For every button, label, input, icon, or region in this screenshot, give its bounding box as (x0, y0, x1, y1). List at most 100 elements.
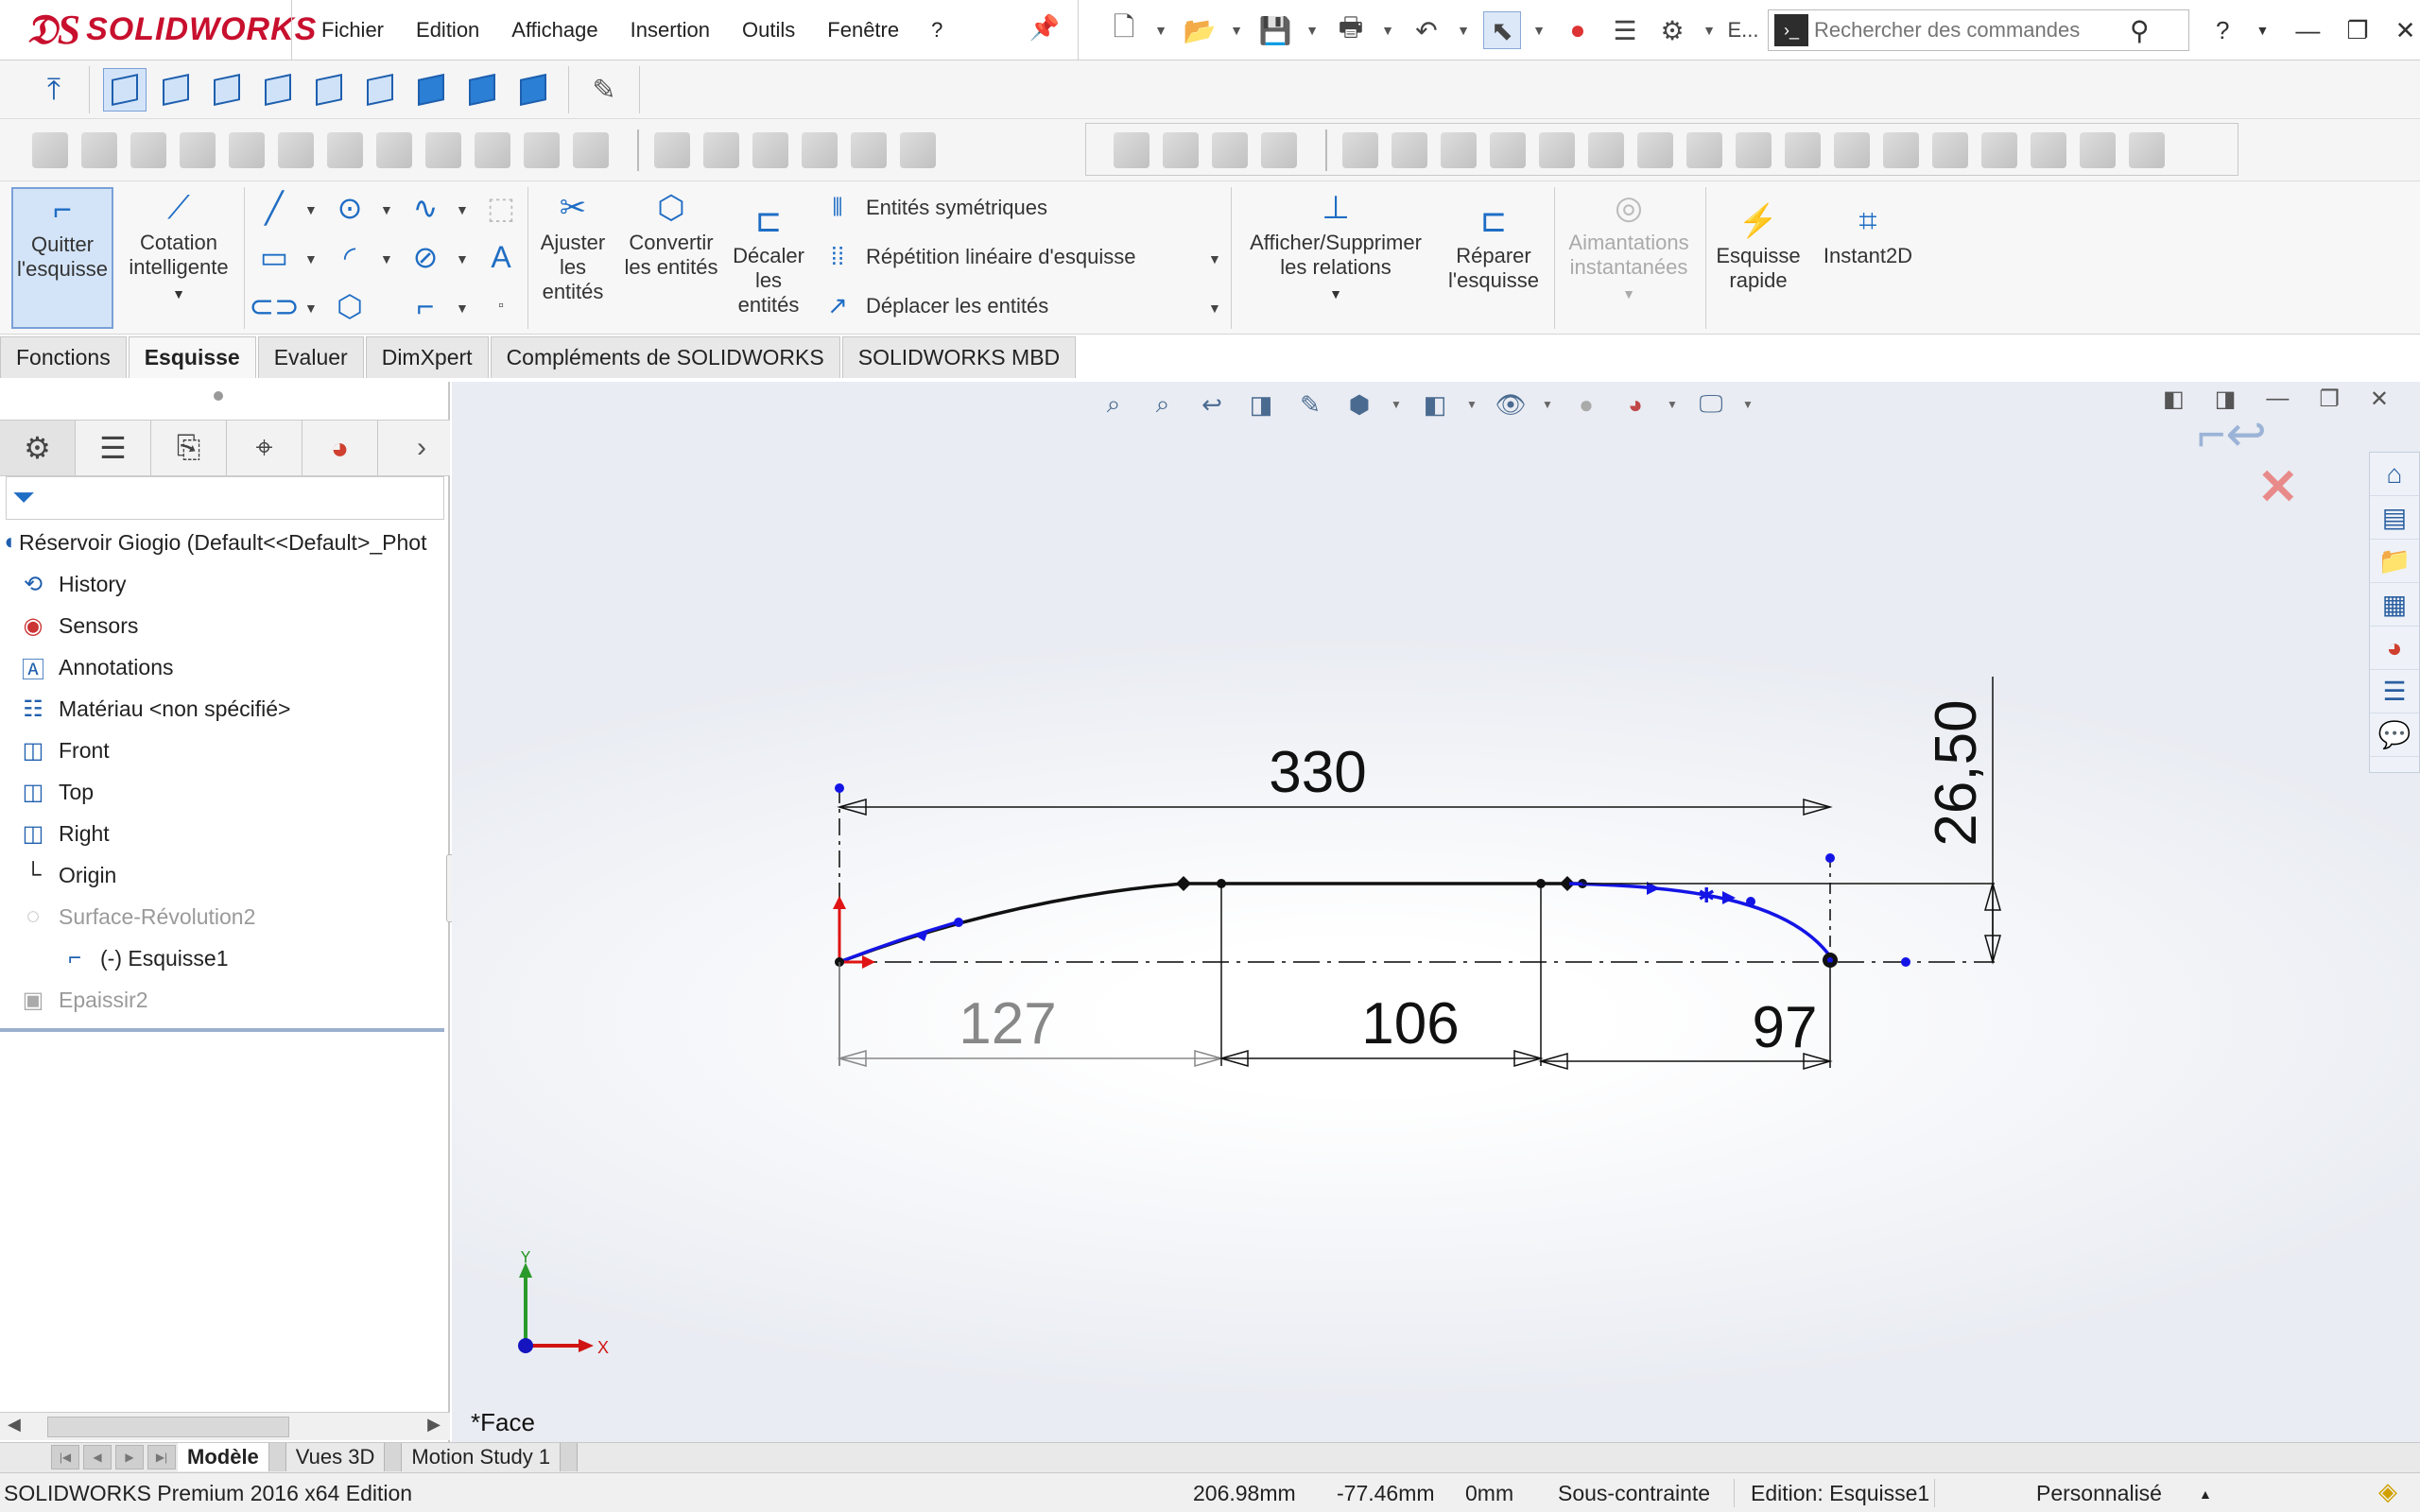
pane-horizontal-scrollbar[interactable]: ◀ ▶ (0, 1412, 450, 1440)
spline-handle-point[interactable] (1746, 897, 1755, 906)
circle-dropdown-icon[interactable]: ▼ (380, 202, 393, 217)
menu-edition[interactable]: Edition (416, 18, 479, 43)
rectangle-icon[interactable]: ▭ (255, 238, 293, 276)
move-entities-button[interactable]: ↗ Déplacer les entités (822, 291, 1048, 320)
view-top-icon[interactable] (307, 68, 351, 112)
hole-wizard-icon[interactable] (524, 132, 560, 168)
normal-to-icon[interactable]: ⤒ (32, 68, 76, 112)
view-isometric-icon[interactable] (409, 68, 453, 112)
fillet-dropdown-icon[interactable]: ▼ (456, 301, 469, 316)
spline-left[interactable] (838, 882, 1184, 964)
draft-icon[interactable] (802, 132, 838, 168)
reference-geometry-icon[interactable] (851, 132, 887, 168)
extrude-boss-icon[interactable] (32, 132, 68, 168)
propertymanager-tab-icon[interactable]: ☰ (76, 421, 151, 475)
quickbar-extra[interactable]: E... (1728, 11, 1759, 49)
undo-icon[interactable]: ↶ (1408, 11, 1445, 49)
move-dropdown-icon[interactable]: ▼ (1208, 301, 1221, 316)
dimension-seg3[interactable]: 97 (1753, 995, 1818, 1060)
thicken-icon[interactable] (1981, 132, 2017, 168)
tab-esquisse[interactable]: Esquisse (128, 336, 256, 378)
view-dimetric-icon[interactable] (511, 68, 555, 112)
tree-item-thicken[interactable]: ▣ Epaissir2 (0, 979, 450, 1021)
dimension-height[interactable]: 26,50 (1924, 699, 1989, 846)
swept-surface-icon[interactable] (1212, 132, 1248, 168)
view-back-icon[interactable] (154, 68, 198, 112)
trim-entities-button[interactable]: ✂ Ajuster les entités (531, 187, 614, 329)
extend-surface-icon[interactable] (1785, 132, 1821, 168)
rebuild-traffic-light-icon[interactable]: ● (1559, 11, 1597, 49)
scroll-thumb[interactable] (47, 1417, 289, 1437)
snaps-dropdown-icon[interactable]: ▼ (1560, 282, 1698, 306)
tree-item-top-plane[interactable]: ◫ Top (0, 771, 450, 813)
rollback-bar[interactable] (0, 1028, 444, 1032)
minimize-icon[interactable]: — (2295, 16, 2320, 45)
tree-item-material[interactable]: ☷ Matériau <non spécifié> (0, 688, 450, 730)
circle-icon[interactable]: ⊙ (331, 189, 369, 227)
help-icon[interactable]: ? (2216, 16, 2229, 45)
linear-pattern-button[interactable]: ⁞⁞ Répétition linéaire d'esquisse (822, 242, 1136, 271)
prev-tab-icon[interactable]: ◀ (83, 1445, 112, 1469)
revolved-surface-icon[interactable] (1163, 132, 1199, 168)
dimension-seg1[interactable]: 127 (959, 991, 1056, 1057)
dimxpert-tab-icon[interactable]: ⌖ (227, 421, 302, 475)
slot-icon[interactable]: ⊂⊃ (249, 287, 300, 325)
scroll-left-icon[interactable]: ◀ (8, 1415, 21, 1435)
view-left-icon[interactable] (205, 68, 249, 112)
mid-surface-icon[interactable] (2129, 132, 2165, 168)
extruded-surface-icon[interactable] (1114, 132, 1150, 168)
view-trimetric-icon[interactable] (460, 68, 504, 112)
search-input[interactable] (1814, 18, 2126, 43)
options-gear-icon[interactable]: ⚙ (1653, 11, 1691, 49)
save-dropdown-icon[interactable]: ▼ (1304, 11, 1321, 49)
dimension-total[interactable]: 330 (1269, 740, 1366, 805)
menu-outils[interactable]: Outils (742, 18, 795, 43)
dimension-seg2[interactable]: 106 (1361, 991, 1459, 1057)
close-icon[interactable]: ✕ (2395, 16, 2416, 45)
boundary-cut-icon[interactable] (475, 132, 510, 168)
undo-dropdown-icon[interactable]: ▼ (1455, 11, 1472, 49)
spline-tangency-handle[interactable] (1176, 876, 1191, 891)
ruled-surface-icon[interactable] (1539, 132, 1575, 168)
options-dropdown-icon[interactable]: ▼ (1701, 11, 1718, 49)
filled-surface-icon[interactable] (1392, 132, 1427, 168)
tab-motion-study[interactable]: Motion Study 1 (402, 1443, 562, 1471)
point-icon[interactable]: ▫ (482, 287, 520, 325)
planar-surface-icon[interactable] (1441, 132, 1477, 168)
curves-icon[interactable] (900, 132, 936, 168)
knit-surface-icon[interactable] (1932, 132, 1968, 168)
tab-dimxpert[interactable]: DimXpert (365, 336, 489, 378)
extrude-cut-icon[interactable] (278, 132, 314, 168)
tree-item-history[interactable]: ⟲ History (0, 563, 450, 605)
select-dropdown-icon[interactable]: ▼ (1530, 11, 1547, 49)
menu-help[interactable]: ? (931, 18, 942, 43)
arc-icon[interactable]: ◜ (331, 238, 369, 276)
menu-fichier[interactable]: Fichier (321, 18, 384, 43)
scroll-right-icon[interactable]: ▶ (427, 1415, 441, 1435)
tree-item-front-plane[interactable]: ◫ Front (0, 730, 450, 771)
cut-with-surface-icon[interactable] (2080, 132, 2116, 168)
pin-menu-icon[interactable]: 📌 (1028, 13, 1061, 45)
sweep-boss-icon[interactable] (130, 132, 166, 168)
configurationmanager-tab-icon[interactable]: ⎘ (151, 421, 227, 475)
sketch-canvas[interactable]: ✱ 330 26,50 127 106 97 (452, 382, 2420, 1442)
rapid-sketch-button[interactable]: ⚡ Esquisse rapide (1713, 200, 1804, 329)
new-document-icon[interactable]: 🗋 (1105, 11, 1143, 49)
tree-filter-field[interactable]: ⏷ (6, 476, 444, 520)
rectangle-dropdown-icon[interactable]: ▼ (304, 251, 318, 266)
fillet-sketch-icon[interactable]: ⌐ (406, 287, 444, 325)
units-dropdown-icon[interactable]: ▲ (2199, 1486, 2212, 1502)
untrim-surface-icon[interactable] (1883, 132, 1919, 168)
pattern-dropdown-icon[interactable]: ▼ (1208, 251, 1221, 266)
restore-icon[interactable]: ❐ (2346, 16, 2368, 45)
tab-fonctions[interactable]: Fonctions (0, 336, 127, 378)
surface-flatten-icon[interactable] (1588, 132, 1624, 168)
mirror-entities-button[interactable]: ⫴ Entités symétriques (822, 193, 1047, 223)
ellipse-dropdown-icon[interactable]: ▼ (456, 251, 469, 266)
pane-tabs-more-icon[interactable]: › (393, 421, 450, 475)
help-dropdown-icon[interactable]: ▼ (2256, 23, 2269, 38)
relations-dropdown-icon[interactable]: ▼ (1238, 282, 1433, 306)
menu-fenetre[interactable]: Fenêtre (827, 18, 899, 43)
menu-insertion[interactable]: Insertion (631, 18, 710, 43)
ellipse-icon[interactable]: ⊘ (406, 238, 444, 276)
